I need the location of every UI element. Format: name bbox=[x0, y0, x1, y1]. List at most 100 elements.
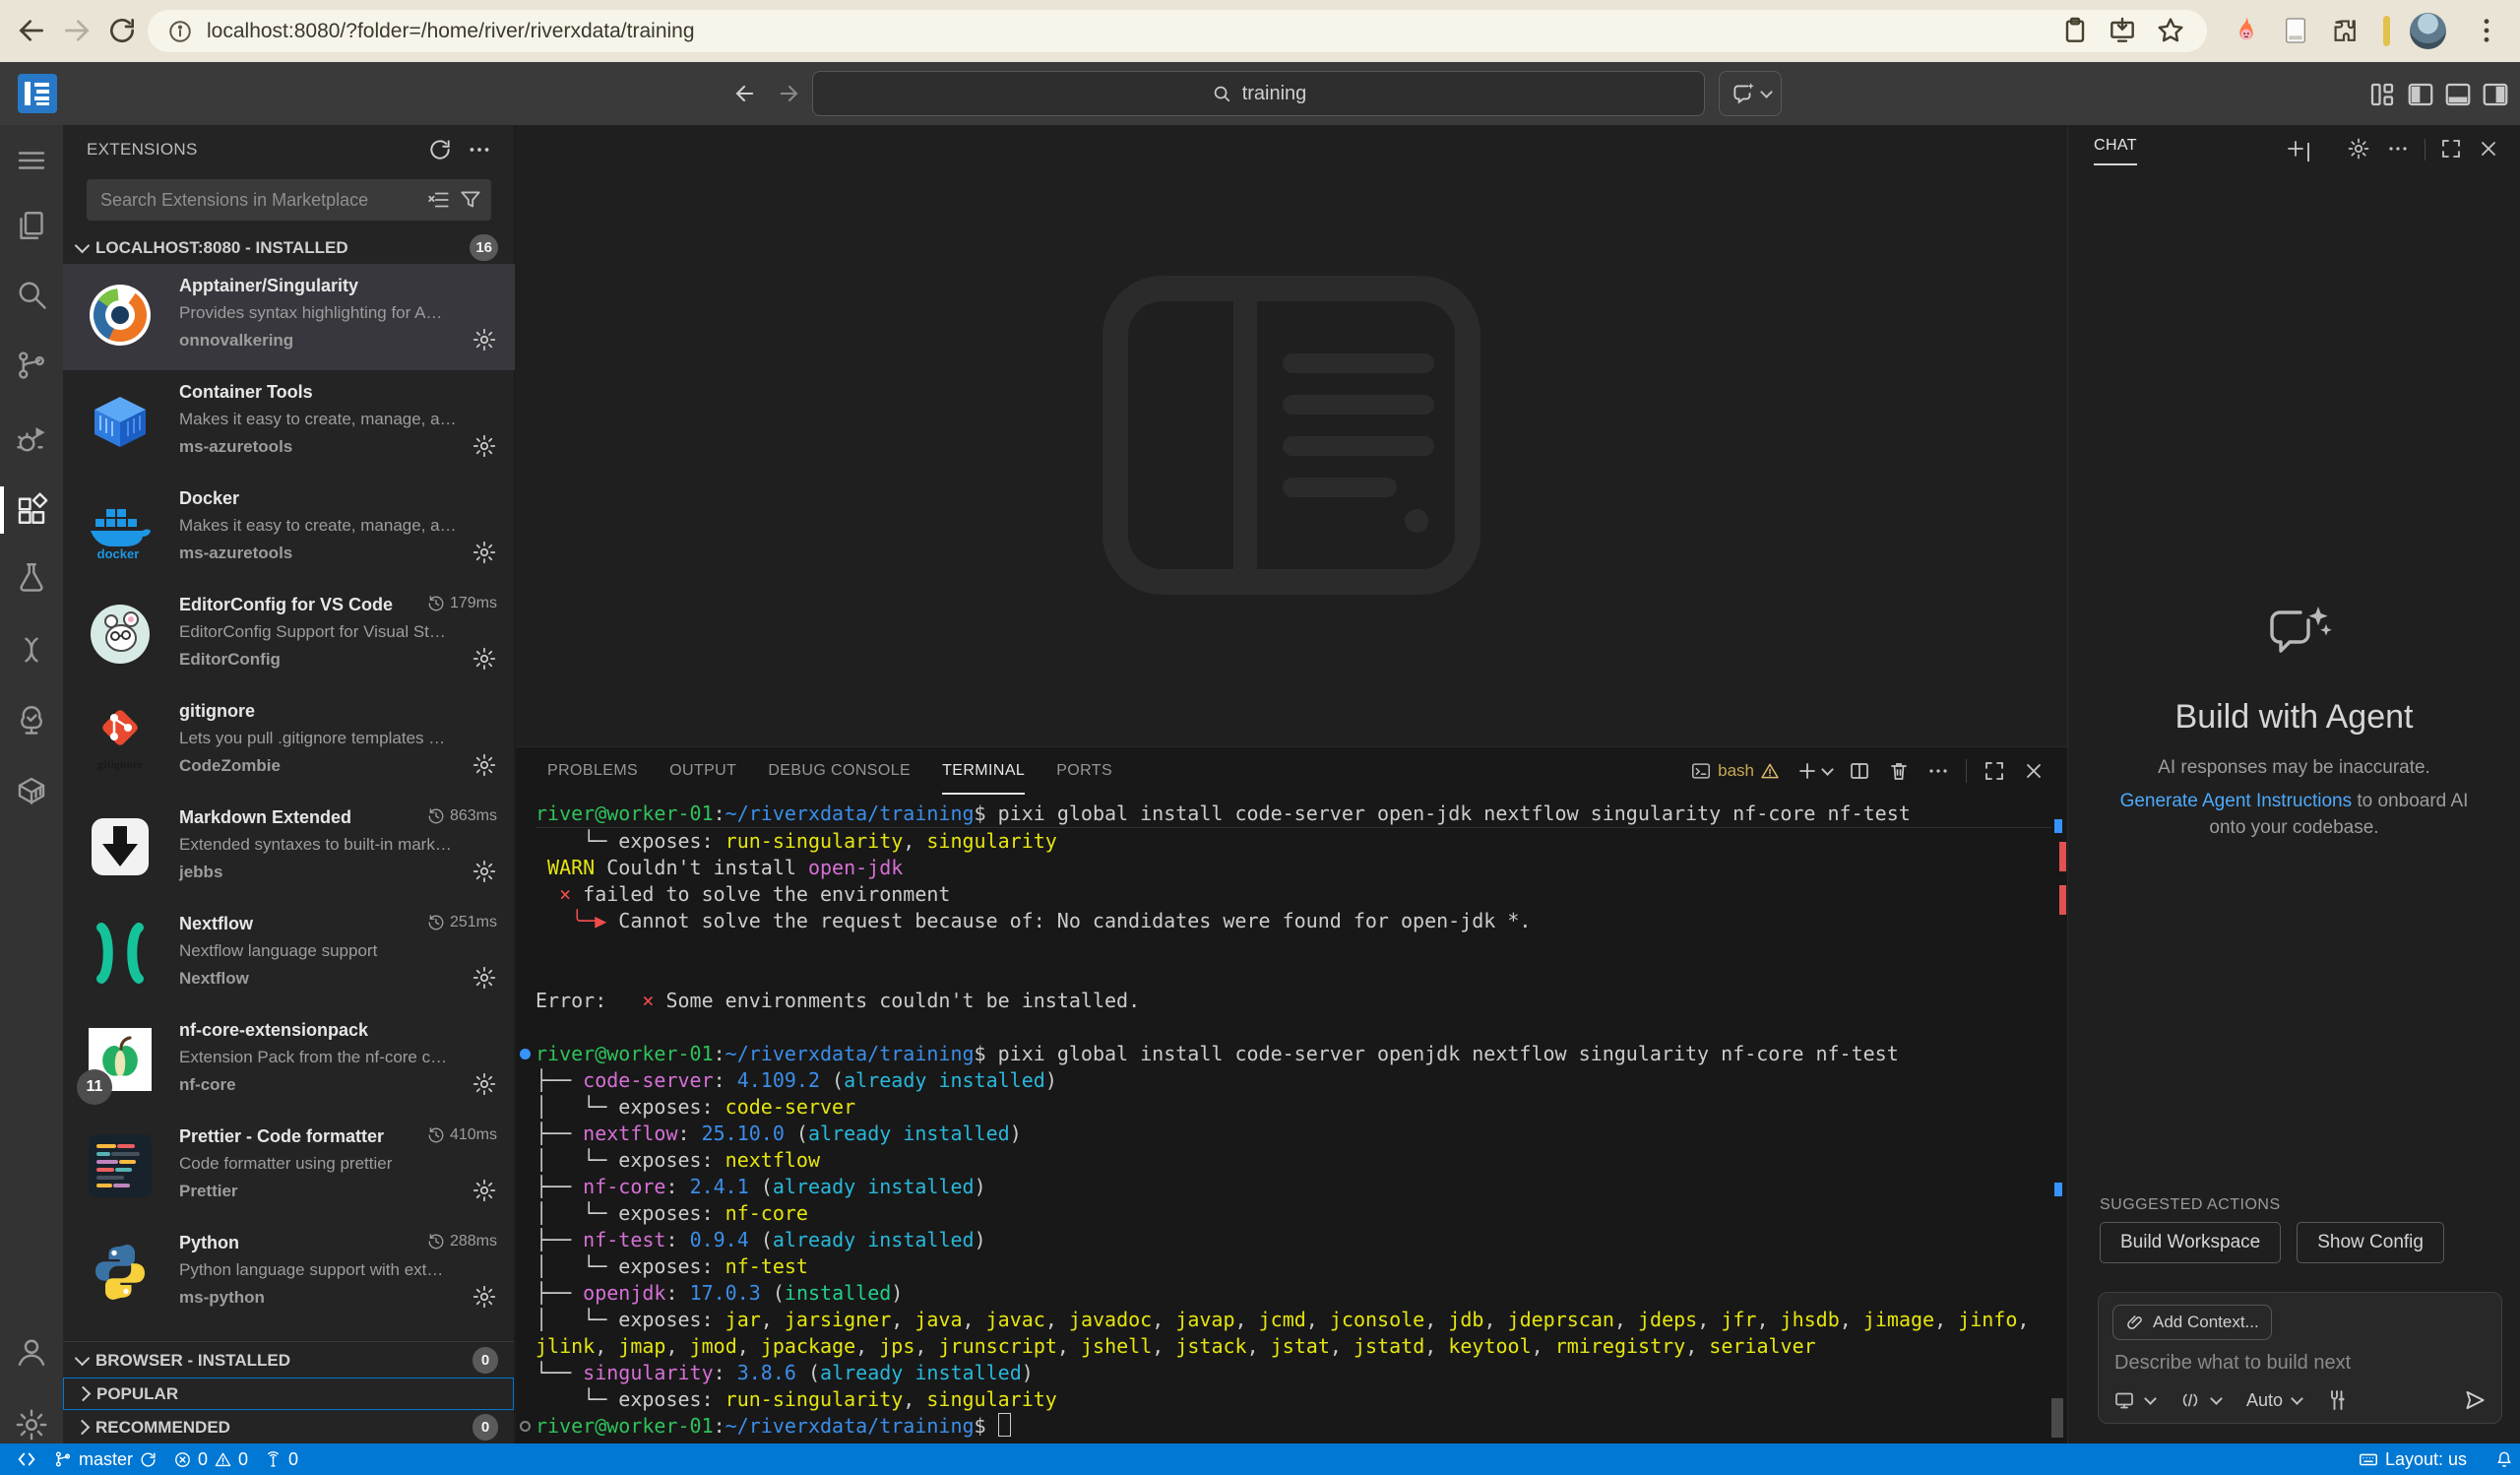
forward-icon[interactable] bbox=[61, 15, 93, 46]
split-terminal-icon[interactable] bbox=[1848, 759, 1871, 783]
clear-filter-icon[interactable] bbox=[426, 187, 452, 213]
more-actions-icon[interactable] bbox=[1926, 759, 1950, 783]
maximize-icon[interactable] bbox=[2439, 137, 2463, 160]
terminal-scrollbar[interactable] bbox=[2051, 1398, 2063, 1438]
chat-input-placeholder[interactable]: Describe what to build next bbox=[2114, 1352, 2351, 1375]
tab-chat[interactable]: CHAT bbox=[2094, 137, 2137, 165]
settings-gear-icon[interactable] bbox=[14, 1407, 49, 1443]
panel-tab-terminal[interactable]: TERMINAL bbox=[942, 748, 1025, 795]
manage-gear-icon[interactable] bbox=[472, 1071, 497, 1097]
copilot-chat-icon[interactable] bbox=[1719, 71, 1782, 116]
forward-icon[interactable] bbox=[776, 80, 803, 107]
chevron-down-icon[interactable] bbox=[2144, 1392, 2157, 1405]
reload-icon[interactable] bbox=[106, 15, 138, 46]
activity-bar-item-extensions-icon[interactable] bbox=[14, 492, 49, 528]
customize-layout-icon[interactable] bbox=[2367, 80, 2397, 109]
new-chat-icon[interactable] bbox=[2284, 137, 2307, 160]
manage-gear-icon[interactable] bbox=[472, 859, 497, 884]
keyboard-layout-status[interactable]: Layout: us bbox=[2358, 1448, 2467, 1470]
tools-icon[interactable] bbox=[2325, 1388, 2349, 1412]
activity-bar-item-run-debug-icon[interactable] bbox=[14, 421, 49, 457]
new-terminal-button[interactable] bbox=[1796, 759, 1832, 783]
toggle-panel-icon[interactable] bbox=[2443, 80, 2473, 109]
bookmark-star-icon[interactable] bbox=[2155, 15, 2186, 46]
manage-gear-icon[interactable] bbox=[472, 646, 497, 672]
extension-item-docker[interactable]: dockerDockerMakes it easy to create, man… bbox=[63, 477, 515, 583]
section-recommended[interactable]: RECOMMENDED 0 bbox=[63, 1411, 514, 1443]
activity-bar-item-containers-icon[interactable] bbox=[14, 773, 49, 808]
back-icon[interactable] bbox=[730, 80, 758, 107]
chevron-down-icon[interactable] bbox=[2210, 1392, 2223, 1405]
extension-item-prettier-code-formatter[interactable]: Prettier - Code formatter410msCode forma… bbox=[63, 1115, 515, 1221]
manage-gear-icon[interactable] bbox=[472, 433, 497, 459]
chevron-down-icon[interactable] bbox=[2307, 143, 2331, 166]
activity-bar-item-nextflow-icon[interactable] bbox=[14, 632, 49, 668]
device-mode-icon[interactable] bbox=[2112, 1388, 2136, 1412]
profile-avatar[interactable] bbox=[2410, 13, 2446, 49]
flame-extension-icon[interactable] bbox=[2231, 15, 2262, 46]
settings-gear-icon[interactable] bbox=[2347, 137, 2370, 160]
extension-item-nf-core-extensionpack[interactable]: 11nf-core-extensionpackExtension Pack fr… bbox=[63, 1008, 515, 1115]
activity-bar-item-source-control-icon[interactable] bbox=[14, 348, 49, 383]
toggle-secondary-sidebar-icon[interactable] bbox=[2481, 80, 2510, 109]
notifications-bell-icon[interactable] bbox=[2494, 1449, 2514, 1469]
chevron-down-icon[interactable] bbox=[2291, 1392, 2303, 1405]
refresh-icon[interactable] bbox=[427, 137, 453, 162]
extension-item-nextflow[interactable]: Nextflow251msNextflow language supportNe… bbox=[63, 902, 515, 1008]
bookmark-list-icon[interactable] bbox=[2059, 15, 2091, 46]
activity-bar-item-todo-tree-icon[interactable] bbox=[14, 702, 49, 738]
build-workspace-button[interactable]: Build Workspace bbox=[2100, 1222, 2281, 1263]
activity-bar-item-explorer-icon[interactable] bbox=[14, 208, 49, 243]
chat-input-box[interactable]: Add Context... Describe what to build ne… bbox=[2098, 1292, 2502, 1424]
back-icon[interactable] bbox=[16, 15, 47, 46]
more-actions-icon[interactable] bbox=[2386, 137, 2410, 160]
extensions-search-box[interactable] bbox=[87, 179, 491, 221]
panel-tab-problems[interactable]: PROBLEMS bbox=[547, 748, 638, 795]
extension-item-apptainer-singularity[interactable]: Apptainer/SingularityProvides syntax hig… bbox=[63, 264, 515, 370]
chevron-down-icon[interactable] bbox=[1821, 763, 1834, 776]
generate-agent-instructions-link[interactable]: Generate Agent Instructions bbox=[2120, 791, 2353, 811]
kill-terminal-icon[interactable] bbox=[1887, 759, 1911, 783]
activity-bar-item-search-icon[interactable] bbox=[14, 277, 49, 312]
manage-gear-icon[interactable] bbox=[472, 540, 497, 565]
account-icon[interactable] bbox=[14, 1334, 49, 1370]
model-picker[interactable]: Auto bbox=[2246, 1390, 2283, 1411]
toggle-sidebar-icon[interactable] bbox=[2406, 80, 2435, 109]
search-input[interactable] bbox=[98, 189, 426, 212]
site-info-icon[interactable] bbox=[167, 19, 193, 44]
manage-gear-icon[interactable] bbox=[472, 965, 497, 991]
menu-kebab-icon[interactable] bbox=[2471, 15, 2502, 46]
show-config-button[interactable]: Show Config bbox=[2297, 1222, 2444, 1263]
maximize-panel-icon[interactable] bbox=[1983, 759, 2006, 783]
manage-gear-icon[interactable] bbox=[472, 752, 497, 778]
install-app-icon[interactable] bbox=[2107, 15, 2138, 46]
extension-item-python[interactable]: Python288msPython language support with … bbox=[63, 1221, 515, 1327]
activity-bar-item-menu-icon[interactable] bbox=[14, 143, 49, 178]
terminal-output[interactable]: river@worker-01:~/riverxdata/training$ p… bbox=[516, 795, 2051, 1443]
panel-tab-debug-console[interactable]: DEBUG CONSOLE bbox=[768, 748, 911, 795]
code-mode-icon[interactable] bbox=[2178, 1388, 2202, 1412]
add-context-chip[interactable]: Add Context... bbox=[2112, 1305, 2272, 1340]
panel-tab-ports[interactable]: PORTS bbox=[1056, 748, 1112, 795]
panel-tab-output[interactable]: OUTPUT bbox=[669, 748, 736, 795]
terminal-instance-bash[interactable]: bash bbox=[1690, 760, 1780, 782]
section-popular[interactable]: POPULAR bbox=[63, 1378, 514, 1410]
address-bar[interactable]: localhost:8080/?folder=/home/river/river… bbox=[148, 10, 2207, 52]
ports-status[interactable]: 0 bbox=[264, 1449, 298, 1470]
problems-status[interactable]: 0 0 bbox=[173, 1449, 248, 1470]
activity-bar-item-testing-icon[interactable] bbox=[14, 559, 49, 595]
extension-item-gitignore[interactable]: gitignoregitignoreLets you pull .gitigno… bbox=[63, 689, 515, 796]
section-installed[interactable]: LOCALHOST:8080 - INSTALLED 16 bbox=[63, 231, 514, 264]
close-panel-icon[interactable] bbox=[2022, 759, 2046, 783]
more-actions-icon[interactable] bbox=[467, 137, 492, 162]
extension-item-markdown-extended[interactable]: Markdown Extended863msExtended syntaxes … bbox=[63, 796, 515, 902]
manage-gear-icon[interactable] bbox=[472, 1284, 497, 1310]
filter-icon[interactable] bbox=[458, 187, 483, 213]
extension-item-container-tools[interactable]: Container ToolsMakes it easy to create, … bbox=[63, 370, 515, 477]
manage-gear-icon[interactable] bbox=[472, 327, 497, 353]
remote-indicator[interactable] bbox=[16, 1448, 37, 1470]
manage-gear-icon[interactable] bbox=[472, 1178, 497, 1203]
close-icon[interactable] bbox=[2477, 137, 2500, 160]
extensions-puzzle-icon[interactable] bbox=[2329, 15, 2361, 46]
git-branch-status[interactable]: master bbox=[53, 1449, 158, 1470]
